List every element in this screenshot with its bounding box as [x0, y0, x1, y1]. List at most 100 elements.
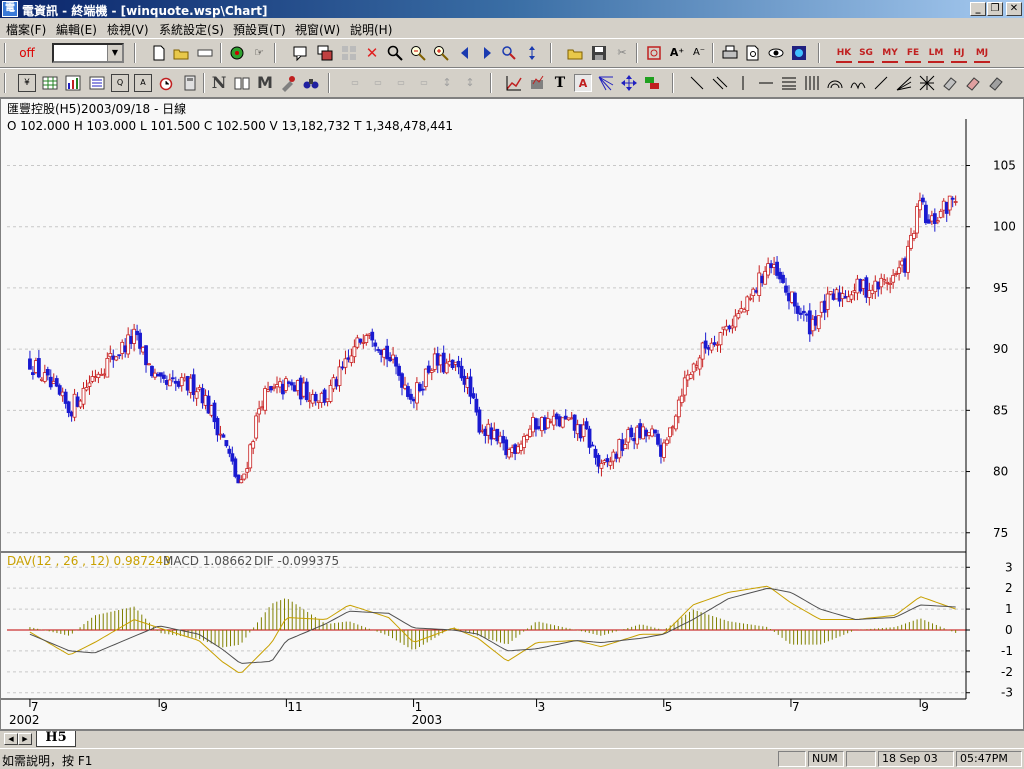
add-column-icon[interactable]: ▭: [369, 74, 387, 92]
zoom-range-icon[interactable]: [500, 44, 518, 62]
trend-line-icon[interactable]: [505, 74, 523, 92]
rename-icon[interactable]: [196, 44, 214, 62]
candle-down: [656, 433, 660, 445]
save-icon[interactable]: [590, 44, 608, 62]
scroll-right-icon[interactable]: [478, 44, 496, 62]
sort-descending-icon[interactable]: ↕: [461, 74, 479, 92]
gann-grid-icon[interactable]: [918, 74, 936, 92]
delete-drawing-icon[interactable]: [987, 74, 1005, 92]
font-increase-icon[interactable]: A⁺: [668, 44, 686, 62]
horizontal-lines-icon[interactable]: [780, 74, 798, 92]
font-decrease-icon[interactable]: A⁻: [690, 44, 708, 62]
fibonacci-fan-icon[interactable]: [597, 74, 615, 92]
alarm-icon[interactable]: [157, 74, 175, 92]
cycle-lines-icon[interactable]: [849, 74, 867, 92]
market-lm-button[interactable]: LM: [928, 45, 944, 63]
sort-ascending-icon[interactable]: ↕: [438, 74, 456, 92]
tab-scroll-right-icon[interactable]: ▶: [18, 733, 32, 745]
tab-scroll-left-icon[interactable]: ◀: [4, 733, 18, 745]
minimize-button[interactable]: _: [970, 2, 986, 16]
text-tool-icon[interactable]: T: [551, 74, 569, 92]
font-color-icon[interactable]: A: [574, 74, 592, 92]
news-icon[interactable]: N: [210, 74, 228, 92]
market-hk-button[interactable]: HK: [836, 45, 852, 63]
menu-settings[interactable]: 系統設定(S): [159, 21, 224, 38]
diagonal-line-icon[interactable]: [872, 74, 890, 92]
clear-all-icon[interactable]: [964, 74, 982, 92]
tab-h5[interactable]: H5: [36, 731, 76, 747]
tools-icon[interactable]: [279, 74, 297, 92]
screen-capture-icon[interactable]: [790, 44, 808, 62]
zoom-in-icon[interactable]: [432, 44, 450, 62]
new-document-icon[interactable]: [150, 44, 168, 62]
cascade-windows-icon[interactable]: [316, 44, 334, 62]
title-bar[interactable]: 電 電資訊 - 終端機 - [winquote.wsp\Chart] _ ❐ ✕: [0, 0, 1024, 18]
print-icon[interactable]: [721, 44, 739, 62]
market-fe-button[interactable]: FE: [905, 45, 921, 63]
candle-up: [432, 353, 437, 370]
arc-tool-icon[interactable]: [826, 74, 844, 92]
binoculars-icon[interactable]: [302, 74, 320, 92]
market-monitor-icon[interactable]: M: [256, 74, 274, 92]
market-mj-button[interactable]: MJ: [974, 45, 990, 63]
menu-view[interactable]: 檢視(V): [107, 21, 149, 38]
maximize-button[interactable]: ❐: [987, 2, 1003, 16]
vertical-resize-icon[interactable]: [523, 44, 541, 62]
stock-code-combo[interactable]: ▼: [52, 43, 124, 63]
menu-help[interactable]: 說明(H): [350, 21, 392, 38]
market-my-button[interactable]: MY: [882, 45, 898, 63]
move-icon[interactable]: [620, 74, 638, 92]
candle-up: [540, 417, 544, 432]
open-file-icon[interactable]: [566, 44, 584, 62]
print-preview-icon[interactable]: [744, 44, 762, 62]
menu-preset-page[interactable]: 預設頁(T): [233, 21, 286, 38]
candle-up: [266, 389, 270, 392]
search-icon[interactable]: [386, 44, 404, 62]
market-hj-button[interactable]: HJ: [951, 45, 967, 63]
menu-file[interactable]: 檔案(F): [6, 21, 46, 38]
parallel-lines-icon[interactable]: [711, 74, 729, 92]
book-icon[interactable]: [233, 74, 251, 92]
speed-lines-icon[interactable]: [895, 74, 913, 92]
delete-column-icon[interactable]: ▭: [415, 74, 433, 92]
analysis-icon[interactable]: A: [134, 74, 152, 92]
price-table-icon[interactable]: ¥: [18, 74, 36, 92]
calculator-icon[interactable]: [181, 74, 199, 92]
add-row-icon[interactable]: ▭: [346, 74, 364, 92]
candle-down: [358, 338, 363, 343]
cut-icon[interactable]: ✂: [613, 44, 631, 62]
layers-icon[interactable]: [643, 74, 661, 92]
vertical-line-icon[interactable]: [734, 74, 752, 92]
bar-chart-icon[interactable]: [64, 74, 82, 92]
quote-board-icon[interactable]: [88, 74, 106, 92]
report-icon[interactable]: Q: [111, 74, 129, 92]
close-button[interactable]: ✕: [1006, 2, 1022, 16]
grid-layout-icon[interactable]: [340, 44, 358, 62]
open-folder-icon[interactable]: [172, 44, 190, 62]
pointer-hand-icon[interactable]: ☞: [250, 44, 268, 62]
delete-row-icon[interactable]: ▭: [392, 74, 410, 92]
vertical-lines-icon[interactable]: [803, 74, 821, 92]
record-icon[interactable]: [228, 44, 246, 62]
horizontal-line-icon[interactable]: [757, 74, 775, 92]
line-tool-icon[interactable]: [688, 74, 706, 92]
chart-canvas[interactable]: 7580859095100105 -3-2-10123 7 9 11 1 3 5 7 9200…: [1, 99, 1023, 729]
crosshair-icon[interactable]: [645, 44, 663, 62]
zoom-out-icon[interactable]: [409, 44, 427, 62]
chart-window[interactable]: 75 80 85 90 95 100 105 -3 -2 -1 0 1 2 3 7 9 11 1 3 5 7 9 200…: [0, 98, 1024, 730]
eye-icon[interactable]: [767, 44, 785, 62]
speech-bubble-icon[interactable]: [292, 44, 310, 62]
app-icon[interactable]: 電: [2, 1, 18, 17]
status-time: 05:47PM: [956, 751, 1022, 767]
chevron-down-icon[interactable]: ▼: [107, 45, 122, 61]
indicator-icon[interactable]: [528, 74, 546, 92]
candle-down: [400, 373, 404, 388]
off-button[interactable]: off: [10, 44, 44, 62]
scroll-left-icon[interactable]: [456, 44, 474, 62]
delete-icon[interactable]: ✕: [363, 44, 381, 62]
eraser-icon[interactable]: [941, 74, 959, 92]
market-sg-button[interactable]: SG: [858, 45, 874, 63]
menu-window[interactable]: 視窗(W): [295, 21, 340, 38]
menu-edit[interactable]: 編輯(E): [56, 21, 97, 38]
spreadsheet-icon[interactable]: [41, 74, 59, 92]
